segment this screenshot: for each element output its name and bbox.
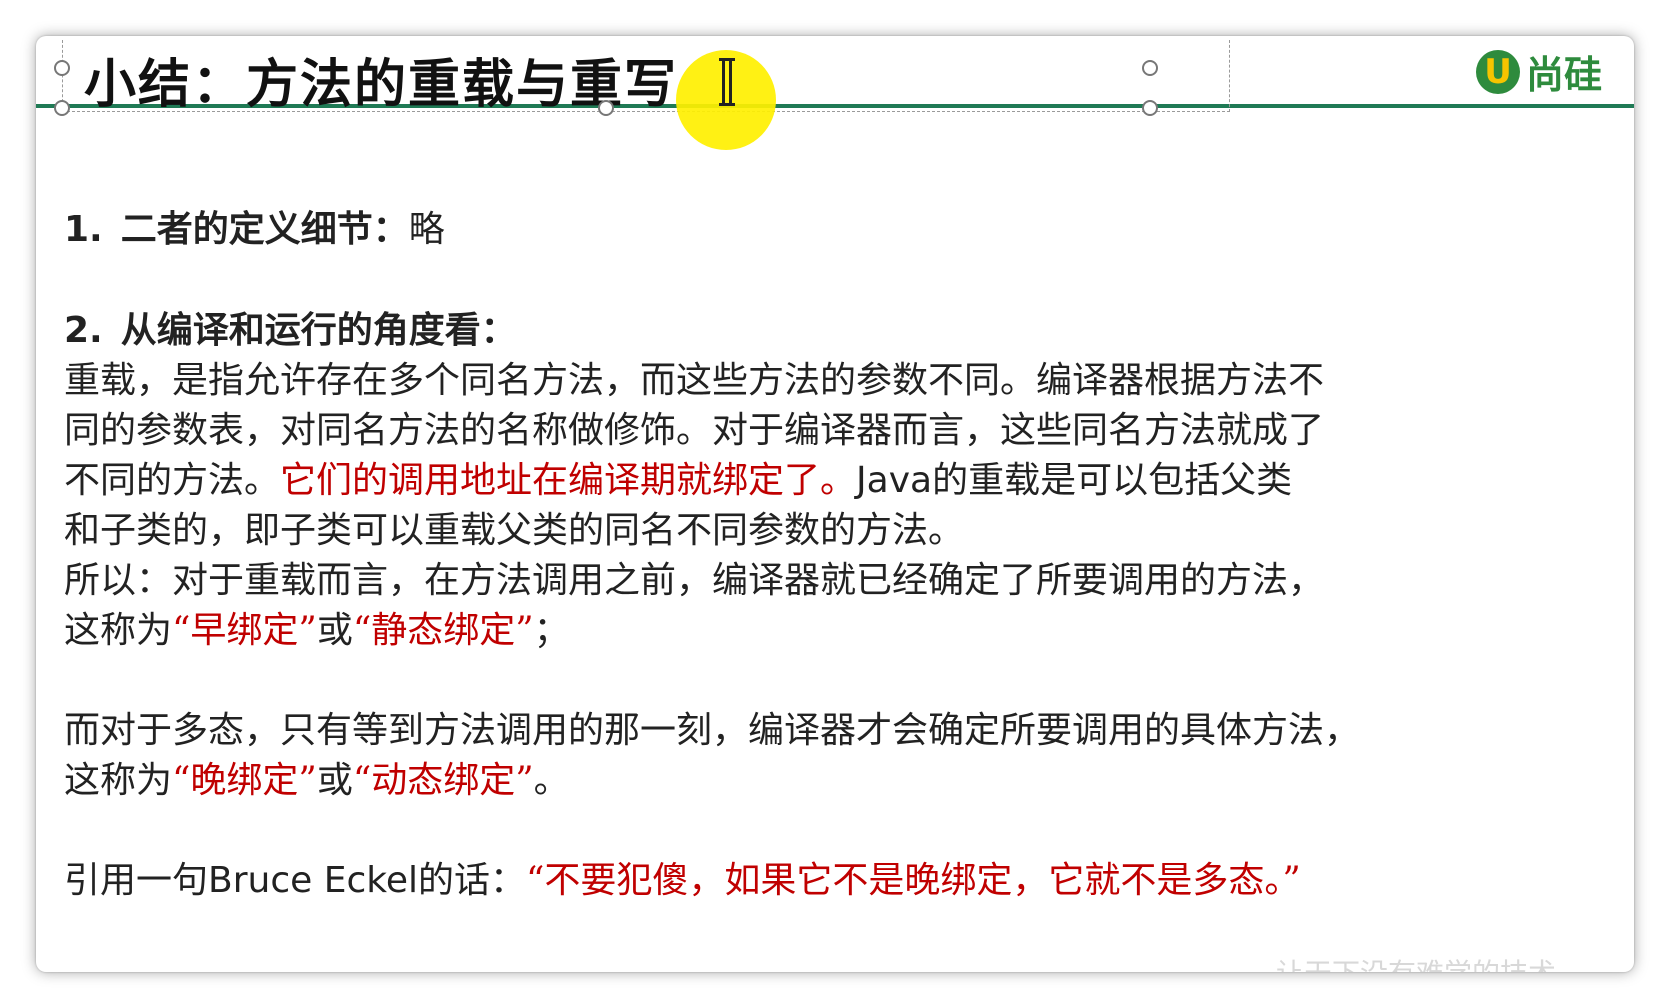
quote-pre: 引用一句 <box>64 860 209 901</box>
text-ibeam-cursor-icon <box>719 58 735 106</box>
quote-line: 引用一句Bruce Eckel的话：“不要犯傻，如果它不是晚绑定，它就不是多态。… <box>64 856 1624 906</box>
para1-line3-emphasis: 它们的调用地址在编译期就绑定了。 <box>280 460 857 501</box>
para2-early-binding: “早绑定” <box>172 610 317 651</box>
item-1: 1. 二者的定义细节：略 <box>64 204 1624 255</box>
presentation-slide: 小结：方法的重载与重写 U 尚硅 1. 二者的定义细节：略 2. 从编译和运行的角度… <box>36 36 1634 972</box>
para3-line2-pre: 这称为 <box>64 760 173 801</box>
resize-handle-left[interactable] <box>54 60 70 76</box>
quote-author: Bruce Eckel <box>208 860 418 901</box>
para1-line2: 同的参数表，对同名方法的名称做修饰。对于编译器而言，这些同名方法就成了 <box>64 410 1325 451</box>
para3-late-binding: “晚绑定” <box>172 760 317 801</box>
slide-watermark: 让天下没有难学的技术 <box>1276 952 1556 972</box>
para2-static-binding: “静态绑定” <box>352 610 534 651</box>
quote-mid: 的话： <box>417 860 526 901</box>
para2-line2: 这称为“早绑定”或“静态绑定”； <box>64 606 1624 656</box>
para1-line3-post: 的重载是可以包括父类 <box>932 460 1293 501</box>
resize-handle-bottom-left[interactable] <box>54 100 70 116</box>
para2-line2-pre: 这称为 <box>64 610 173 651</box>
brand-logo: U 尚硅 <box>1476 44 1602 99</box>
quote-text: “不要犯傻，如果它不是晚绑定，它就不是多态。” <box>525 860 1301 901</box>
logo-text: 尚硅 <box>1526 53 1603 97</box>
item-2-number: 2. <box>64 310 103 351</box>
para3-line2: 这称为“晚绑定”或“动态绑定”。 <box>64 756 1624 806</box>
para3-line2-mid: 或 <box>316 760 353 801</box>
item-1-value: 略 <box>408 209 445 250</box>
para3-line2-post: 。 <box>533 760 570 801</box>
para3-line1: 而对于多态，只有等到方法调用的那一刻，编译器才会确定所要调用的具体方法， <box>64 710 1361 751</box>
para1-line4: 和子类的，即子类可以重载父类的同名不同参数的方法。 <box>64 510 965 551</box>
para1-line3: 不同的方法。它们的调用地址在编译期就绑定了。Java的重载是可以包括父类 <box>64 456 1624 506</box>
item-2-label: 从编译和运行的角度看： <box>120 309 517 351</box>
item-1-number: 1. <box>64 209 103 250</box>
resize-handle-bottom-center[interactable] <box>598 100 614 116</box>
resize-handle-bottom-right[interactable] <box>1142 100 1158 116</box>
para2-line2-mid: 或 <box>316 610 353 651</box>
resize-handle-right[interactable] <box>1142 60 1158 76</box>
screenshot-stage: 小结：方法的重载与重写 U 尚硅 1. 二者的定义细节：略 2. 从编译和运行的角度… <box>0 0 1670 1008</box>
item-2: 2. 从编译和运行的角度看： <box>64 305 1624 356</box>
logo-mark-icon: U <box>1476 49 1520 94</box>
slide-body[interactable]: 1. 二者的定义细节：略 2. 从编译和运行的角度看： 重载，是指允许存在多个同名方… <box>64 204 1624 906</box>
para3-dynamic-binding: “动态绑定” <box>352 760 534 801</box>
slide-title[interactable]: 小结：方法的重载与重写 <box>84 42 678 117</box>
para2-line2-post: ； <box>533 610 570 651</box>
item-1-label: 二者的定义细节： <box>120 208 409 250</box>
para1-line3-pre: 不同的方法。 <box>64 460 281 501</box>
para1-line1: 重载，是指允许存在多个同名方法，而这些方法的参数不同。编译器根据方法不 <box>64 360 1325 401</box>
para1-line3-java: Java <box>856 460 933 501</box>
para2-line1: 所以：对于重载而言，在方法调用之前，编译器就已经确定了所要调用的方法， <box>64 560 1325 601</box>
